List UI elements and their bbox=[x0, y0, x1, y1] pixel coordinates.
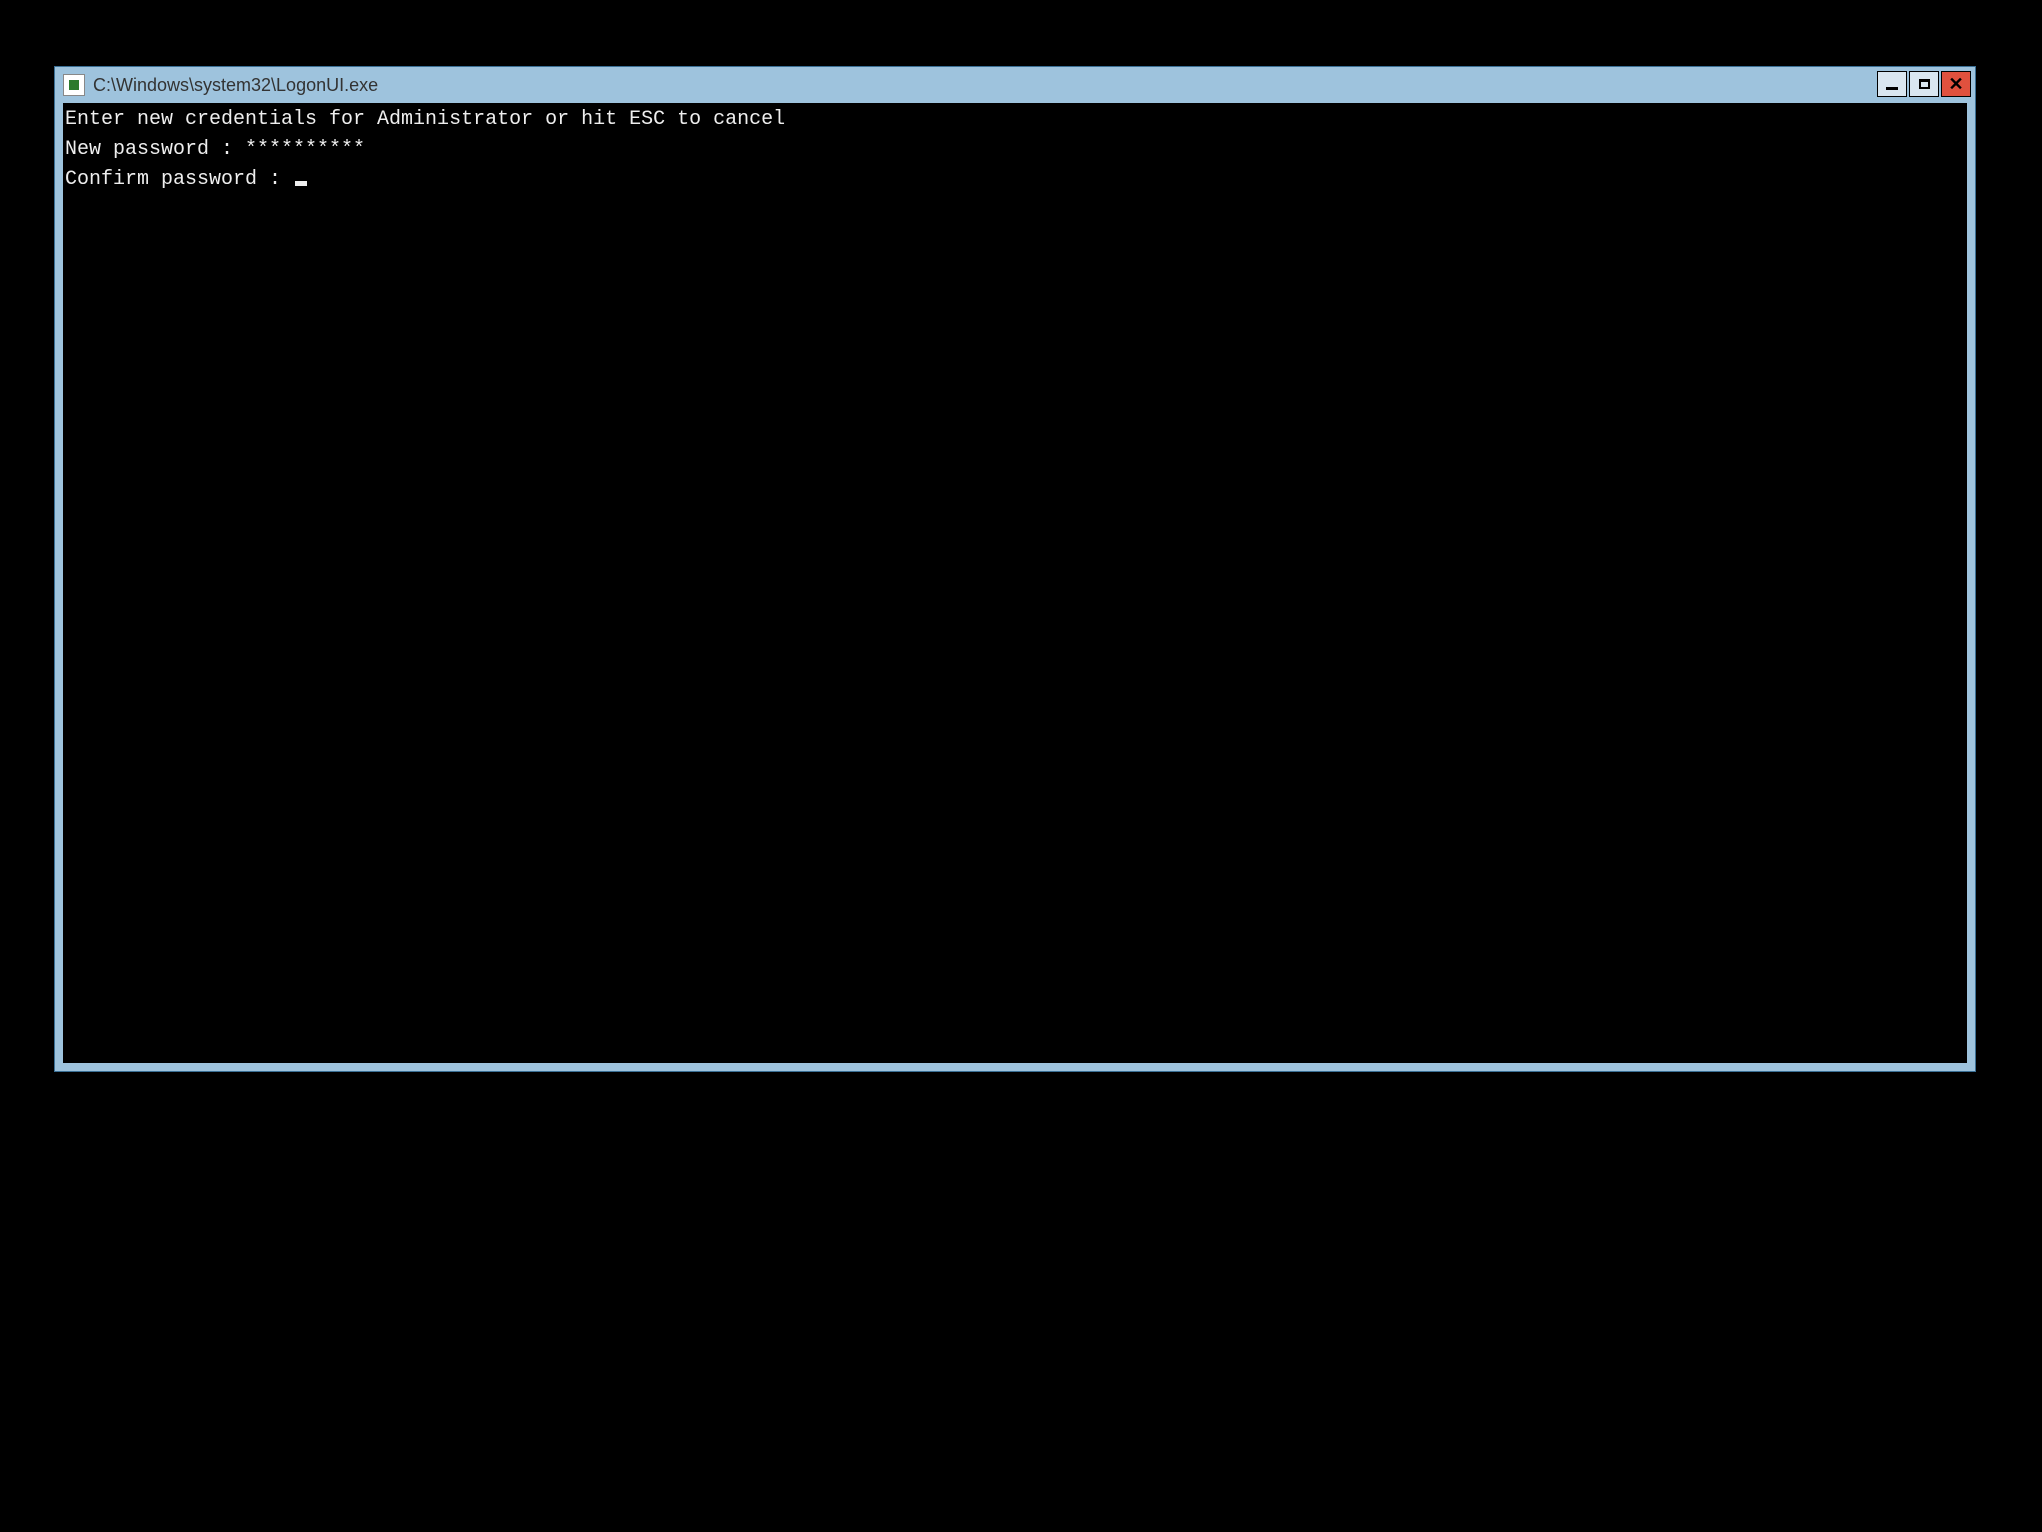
titlebar[interactable]: C:\Windows\system32\LogonUI.exe ✕ bbox=[55, 67, 1975, 103]
confirm-password-label: Confirm password : bbox=[65, 168, 293, 191]
minimize-icon bbox=[1886, 87, 1898, 90]
close-icon: ✕ bbox=[1948, 75, 1963, 93]
desktop-background: C:\Windows\system32\LogonUI.exe ✕ Enter … bbox=[0, 0, 2042, 1532]
console-window: C:\Windows\system32\LogonUI.exe ✕ Enter … bbox=[54, 66, 1976, 1072]
text-cursor bbox=[295, 181, 307, 186]
window-title: C:\Windows\system32\LogonUI.exe bbox=[93, 75, 378, 96]
close-button[interactable]: ✕ bbox=[1941, 71, 1971, 97]
window-controls: ✕ bbox=[1877, 71, 1971, 97]
console-output[interactable]: Enter new credentials for Administrator … bbox=[63, 103, 1967, 1063]
minimize-button[interactable] bbox=[1877, 71, 1907, 97]
new-password-value: ********** bbox=[245, 138, 365, 161]
new-password-label: New password : bbox=[65, 138, 245, 161]
console-line-confirm-password: Confirm password : bbox=[65, 165, 1965, 195]
maximize-icon bbox=[1919, 79, 1930, 89]
console-line-new-password: New password : ********** bbox=[65, 135, 1965, 165]
app-icon bbox=[63, 74, 85, 96]
app-icon-glyph bbox=[69, 80, 79, 90]
maximize-button[interactable] bbox=[1909, 71, 1939, 97]
console-line-instruction: Enter new credentials for Administrator … bbox=[65, 105, 1965, 135]
